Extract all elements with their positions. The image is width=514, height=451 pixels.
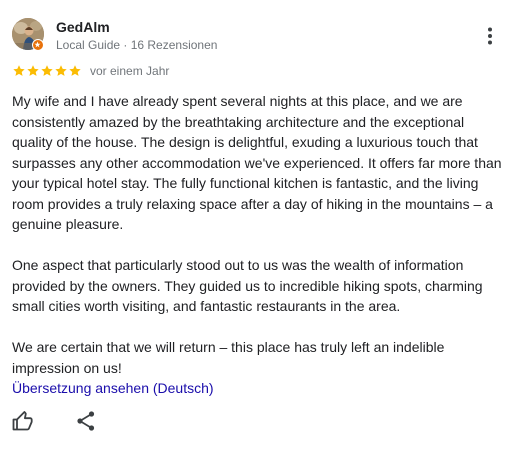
author-name[interactable]: GedAlm [56,18,110,36]
share-button[interactable] [74,409,98,433]
thumbs-up-icon [12,411,33,431]
translate-link[interactable]: Übersetzung ansehen (Deutsch) [12,378,214,398]
star-icon [69,65,81,76]
review-paragraph: One aspect that particularly stood out t… [12,257,483,314]
more-options-button[interactable] [478,24,502,48]
review-text: My wife and I have already spent several… [12,91,502,378]
star-icon [27,65,39,76]
star-icon [13,65,25,76]
review-paragraph: My wife and I have already spent several… [12,93,502,232]
share-icon [77,411,95,431]
star-rating [12,64,82,78]
star-icon [55,65,67,76]
review-paragraph: We are certain that we will return – thi… [12,339,445,376]
like-button[interactable] [11,409,35,433]
review-card: GedAlm Local Guide · 16 Rezensionen vor … [0,0,514,451]
review-date: vor einem Jahr [90,64,170,78]
local-guide-badge-icon [32,39,44,51]
more-vert-icon [488,27,492,45]
rating-row: vor einem Jahr [12,63,169,79]
author-meta[interactable]: Local Guide · 16 Rezensionen [56,37,217,53]
star-icon [41,65,53,76]
